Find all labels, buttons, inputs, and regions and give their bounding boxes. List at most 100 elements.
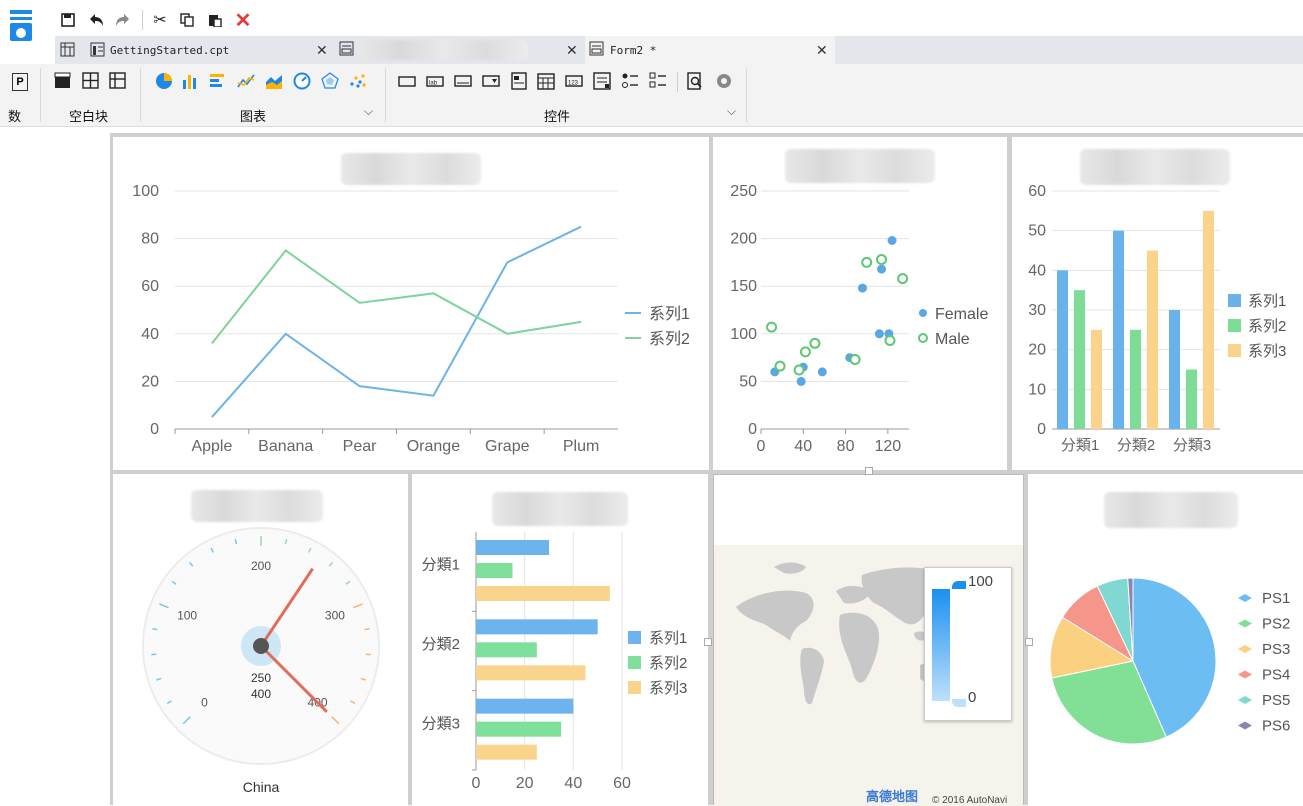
radio-group-control-icon[interactable]: [621, 72, 639, 90]
date-control-icon[interactable]: [510, 72, 528, 90]
x-tick-label: 分類2: [1117, 437, 1155, 454]
ribbon-separator: [385, 68, 386, 122]
delete-icon[interactable]: ✕: [233, 10, 253, 30]
y-tick-label: 20: [141, 373, 159, 390]
scatter-point: [877, 255, 886, 264]
y-tick-label: 0: [748, 421, 757, 438]
resize-handle[interactable]: [1025, 638, 1033, 646]
paste-icon[interactable]: [205, 10, 225, 30]
legend-label: PS6: [1262, 718, 1290, 735]
textarea-control-icon[interactable]: [593, 72, 611, 90]
split-horizontal-icon[interactable]: [82, 72, 100, 90]
scatter-point: [858, 284, 867, 293]
combobox-control-icon[interactable]: [482, 72, 500, 90]
hbar-chart: 0204060分類1分類2分類3系列1系列2系列3: [412, 474, 708, 805]
pie-chart-icon[interactable]: [155, 72, 173, 90]
close-tab-icon[interactable]: ✕: [566, 42, 578, 59]
group-label-chart: 图表: [240, 106, 266, 125]
scatter-point: [877, 265, 886, 274]
map-chart-panel[interactable]: 高德地图 © 2016 AutoNavi 100 0: [713, 474, 1024, 805]
series-line-1: [212, 227, 581, 417]
line-chart: 020406080100AppleBananaPearOrangeGrapePl…: [113, 137, 709, 470]
save-icon[interactable]: [58, 10, 78, 30]
pie-chart-panel[interactable]: PS1PS2PS3PS4PS5PS6: [1028, 474, 1303, 805]
bar: [476, 722, 561, 737]
gauge-value: 250: [251, 671, 271, 685]
redo-icon[interactable]: [113, 10, 133, 30]
grid-icon: [60, 42, 76, 58]
bar-chart-icon[interactable]: [182, 72, 200, 90]
x-tick-label: 40: [794, 438, 812, 455]
y-tick-label: 40: [141, 326, 159, 343]
radar-chart-icon[interactable]: [321, 72, 339, 90]
legend-marker: [1238, 671, 1252, 679]
close-tab-icon[interactable]: ✕: [816, 42, 828, 59]
cut-icon[interactable]: ✂: [150, 10, 170, 30]
chevron-down-icon[interactable]: ⌵: [727, 104, 736, 119]
scatter-chart: 05010015020025004080120FemaleMale: [713, 137, 1007, 470]
visual-map-min: 0: [968, 689, 976, 706]
close-tab-icon[interactable]: ✕: [316, 42, 328, 59]
visual-map-gradient-bar[interactable]: [932, 589, 950, 701]
undo-icon[interactable]: [86, 10, 106, 30]
y-tick-label: 20: [1028, 342, 1046, 359]
y-tick-label: 分類1: [422, 557, 460, 574]
hbar-chart-icon[interactable]: [209, 72, 227, 90]
gauge-chart-icon[interactable]: [293, 72, 311, 90]
search-query-icon[interactable]: [686, 72, 704, 90]
line-chart-icon[interactable]: [237, 72, 255, 90]
label-control-icon[interactable]: lab: [426, 72, 444, 90]
scatter-point: [875, 329, 884, 338]
visual-map-handle-top[interactable]: [952, 581, 966, 589]
app-menu-icon[interactable]: [9, 10, 33, 46]
y-tick-label: 100: [132, 183, 159, 200]
area-chart-icon[interactable]: [265, 72, 283, 90]
legend-label: PS4: [1262, 667, 1290, 684]
group-label-blank: 空白块: [69, 106, 108, 125]
copy-icon[interactable]: [177, 10, 197, 30]
bar: [476, 586, 610, 601]
checkbox-group-control-icon[interactable]: [649, 72, 667, 90]
tab-label: Form2 *: [610, 36, 656, 64]
y-tick-label: 60: [141, 278, 159, 295]
scatter-chart-panel[interactable]: 05010015020025004080120FemaleMale: [713, 137, 1007, 470]
button-control-icon[interactable]: [454, 72, 472, 90]
legend-label: PS2: [1262, 616, 1290, 633]
line-chart-panel[interactable]: 020406080100AppleBananaPearOrangeGrapePl…: [113, 137, 709, 470]
ribbon-separator: [40, 68, 41, 122]
textbox-control-icon[interactable]: [398, 72, 416, 90]
scatter-point: [767, 323, 776, 332]
blank-block-icon[interactable]: [54, 72, 72, 90]
legend-marker: [919, 309, 927, 317]
resize-handle[interactable]: [704, 638, 712, 646]
x-tick-label: 0: [757, 438, 766, 455]
bar: [476, 540, 549, 555]
legend-marker: [1228, 319, 1241, 332]
gauge-hub: [253, 638, 269, 654]
x-tick-label: Plum: [563, 438, 599, 455]
gauge-tick-label: 100: [177, 608, 197, 622]
resize-handle[interactable]: [865, 467, 873, 475]
hbar-chart-panel[interactable]: 0204060分類1分類2分類3系列1系列2系列3: [412, 474, 708, 805]
svg-text:lab: lab: [429, 81, 438, 87]
scatter-point: [851, 355, 860, 364]
x-tick-label: 60: [613, 775, 631, 792]
param-icon[interactable]: P: [12, 73, 28, 91]
bar: [1074, 290, 1085, 429]
y-tick-label: 分類2: [422, 636, 460, 653]
gauge-chart-panel[interactable]: 0100200300400250400China: [113, 474, 408, 805]
ribbon-separator: [140, 68, 141, 122]
split-grid-icon[interactable]: [109, 72, 127, 90]
legend-label: 系列1: [1248, 293, 1286, 310]
number-control-icon[interactable]: 123: [565, 72, 583, 90]
scatter-chart-icon[interactable]: [349, 72, 367, 90]
legend-marker: [1238, 645, 1252, 653]
visual-map-handle-bottom[interactable]: [952, 699, 966, 707]
legend-marker: [1228, 294, 1241, 307]
chevron-down-icon[interactable]: ⌵: [364, 104, 373, 119]
gear-icon[interactable]: [715, 72, 733, 90]
bar-chart-panel[interactable]: 0102030405060分類1分類2分類3系列1系列2系列3: [1012, 137, 1303, 470]
calendar-control-icon[interactable]: [537, 72, 555, 90]
x-tick-label: Orange: [407, 438, 460, 455]
map-attribution: © 2016 AutoNavi: [932, 795, 1007, 806]
